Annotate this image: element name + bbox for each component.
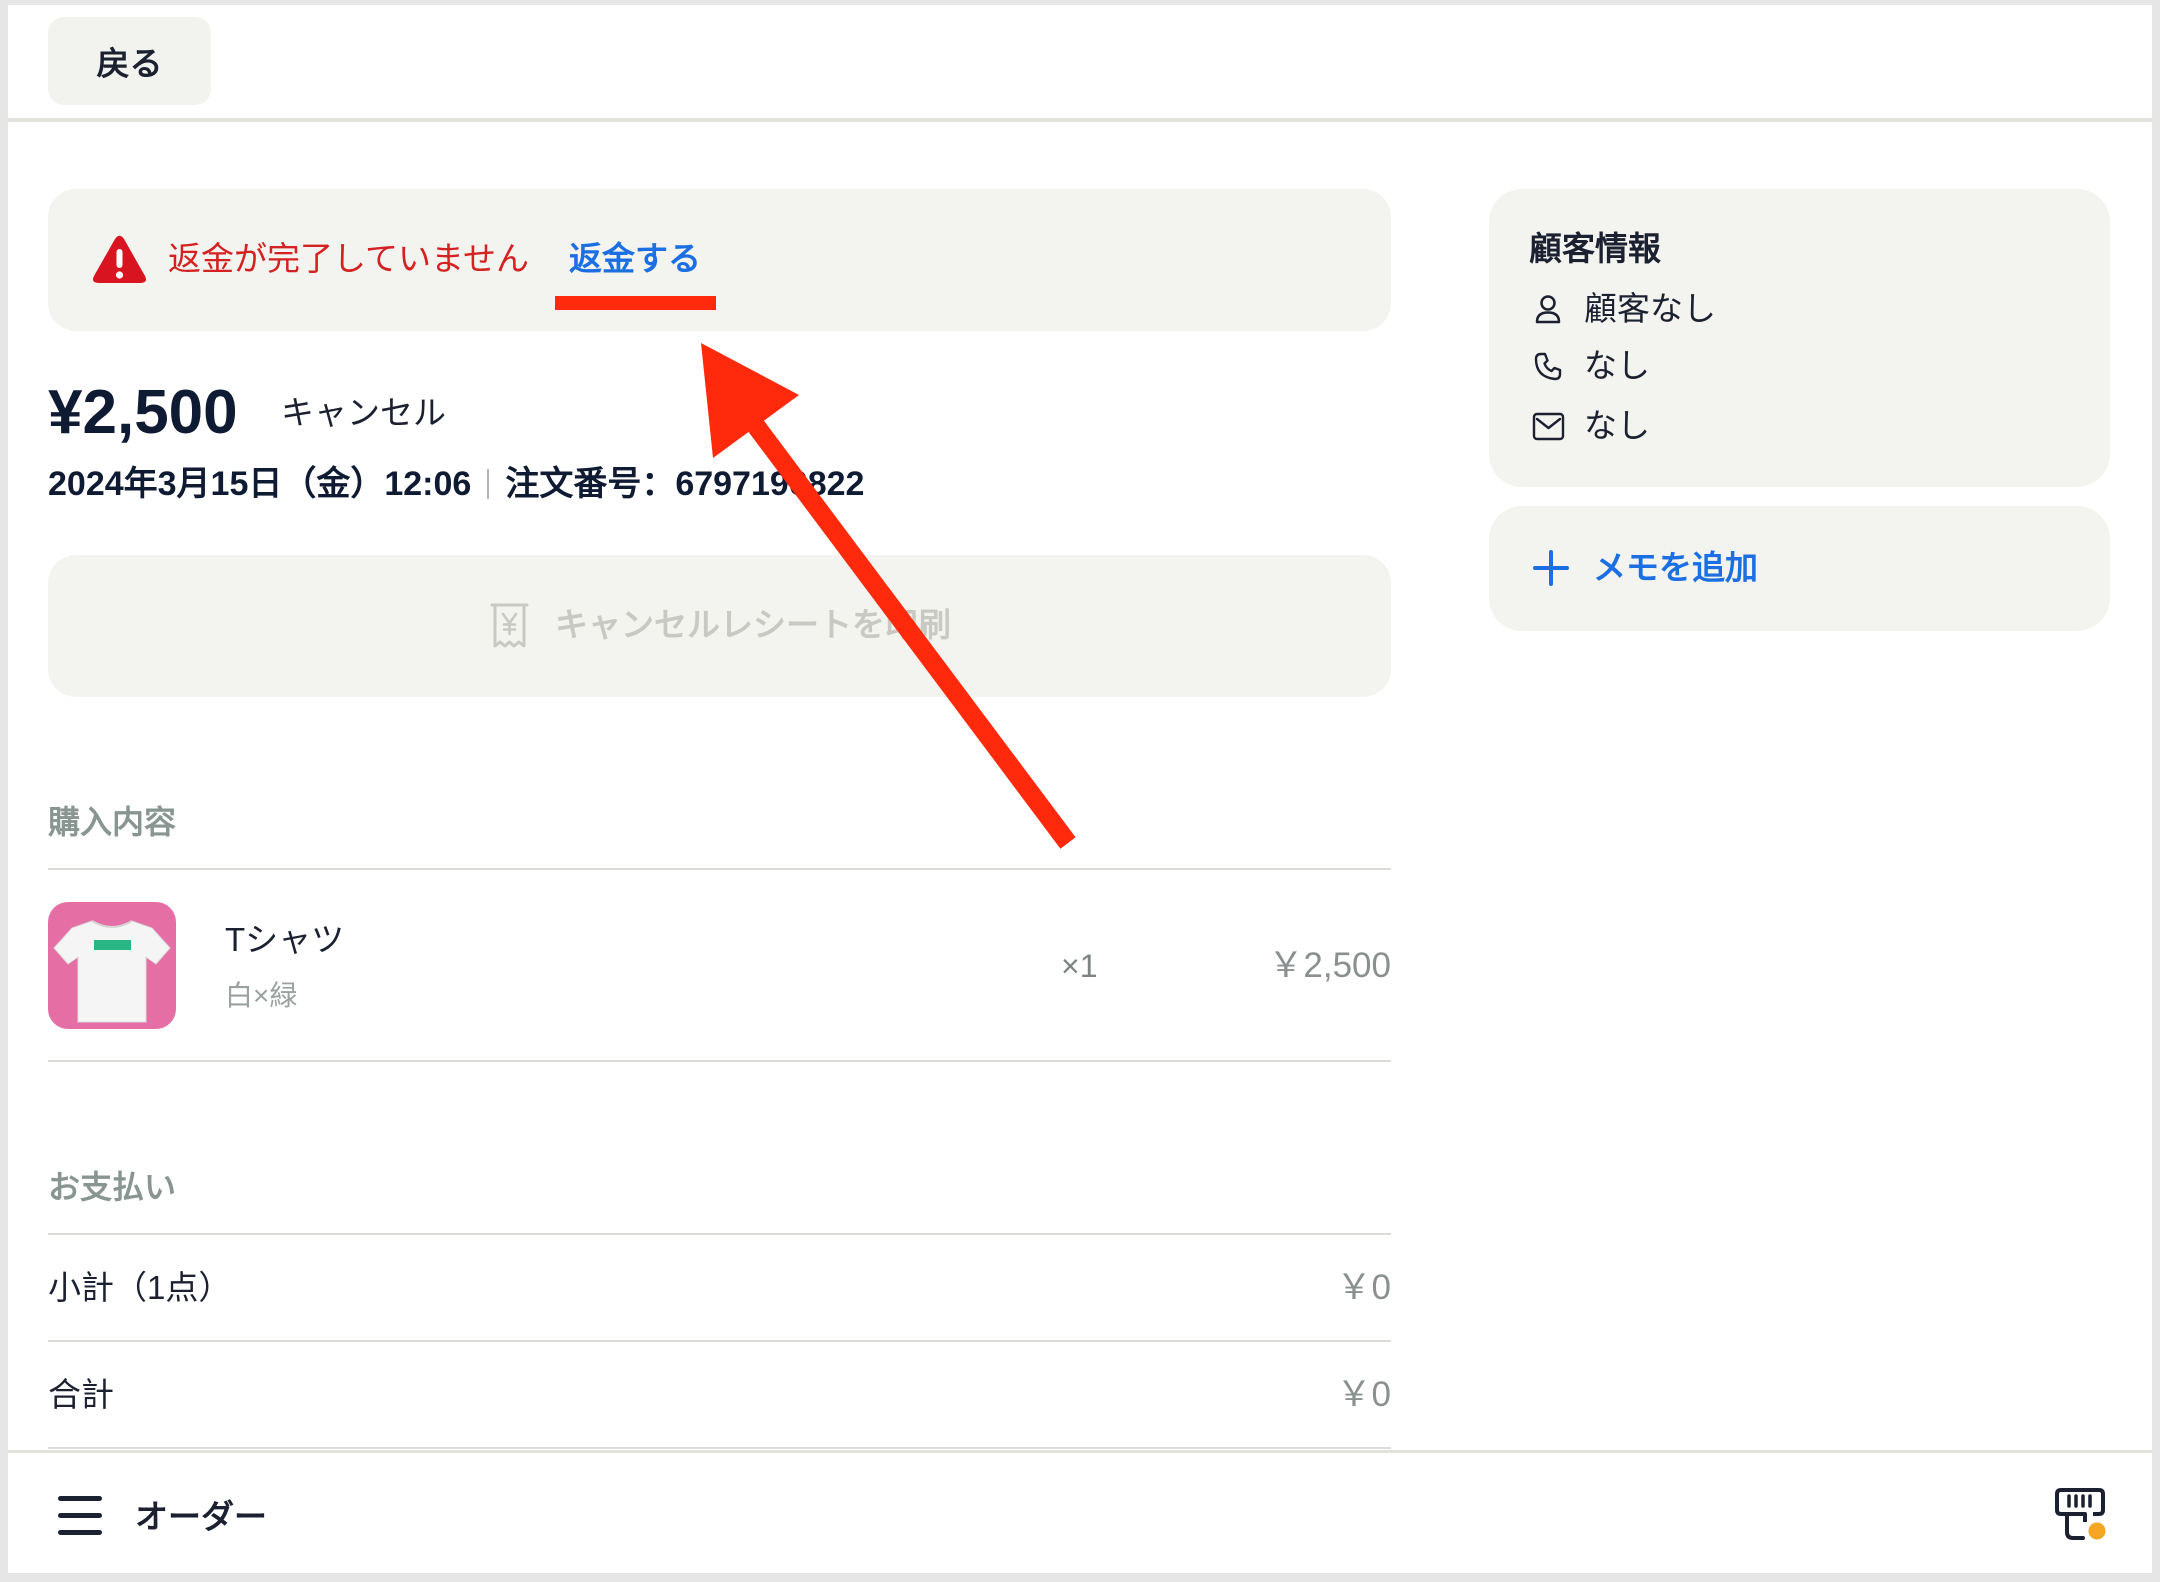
product-price: ￥2,500 [1268,946,1391,985]
phone-icon [1534,352,1562,381]
warning-icon [92,235,147,283]
register-icon[interactable] [2055,1486,2111,1544]
receipt-yen-icon [490,603,529,648]
divider [48,1447,1391,1449]
customer-phone: なし [1584,347,1650,384]
back-button[interactable]: 戻る [48,17,211,105]
divider [48,868,1391,870]
order-meta-line: 2024年3月15日（金）12:06 注文番号： 6797196822 [48,462,864,506]
customer-email: なし [1584,407,1650,444]
refund-link[interactable]: 返金する [569,237,701,281]
tshirt-icon [48,902,176,1029]
annotation-underline [555,296,716,310]
subtotal-label: 小計（1点） [48,1269,232,1306]
purchase-section-title: 購入内容 [48,804,177,840]
order-number: 6797196822 [675,465,865,503]
divider [48,1340,1391,1342]
product-variant: 白×緑 [225,980,298,1011]
bottom-bar [8,1450,2152,1573]
meta-separator [487,469,490,499]
header-divider [8,118,2152,122]
order-status: キャンセル [281,394,446,431]
customer-name: 顧客なし [1584,290,1716,327]
divider [48,1060,1391,1062]
print-cancel-receipt-label: キャンセルレシートを印刷 [555,606,951,643]
subtotal-value: ￥0 [1336,1268,1391,1307]
divider [48,1233,1391,1235]
order-number-label: 注文番号： [505,465,676,503]
mail-icon [1532,412,1565,441]
back-button-label: 戻る [96,45,163,82]
product-name: Tシャツ [225,921,345,958]
order-amount: ¥2,500 [48,378,238,447]
refund-incomplete-message: 返金が完了していません [168,240,530,277]
person-icon [1535,295,1561,324]
app-root: 戻る 返金が完了していません 返金する ¥2,500 キャンセル 2024年3月… [0,0,2160,1582]
order-datetime: 2024年3月15日（金）12:06 [48,465,472,503]
plus-icon [1533,550,1569,586]
total-label: 合計 [48,1376,114,1413]
customer-info-title: 顧客情報 [1529,230,1661,267]
menu-icon[interactable] [58,1495,102,1536]
add-memo-button[interactable] [1489,506,2110,631]
product-quantity: ×1 [1061,948,1098,984]
total-value: ￥0 [1336,1375,1391,1414]
payment-section-title: お支払い [48,1169,177,1205]
add-memo-label: メモを追加 [1593,549,1758,586]
footer-title: オーダー [135,1498,267,1535]
